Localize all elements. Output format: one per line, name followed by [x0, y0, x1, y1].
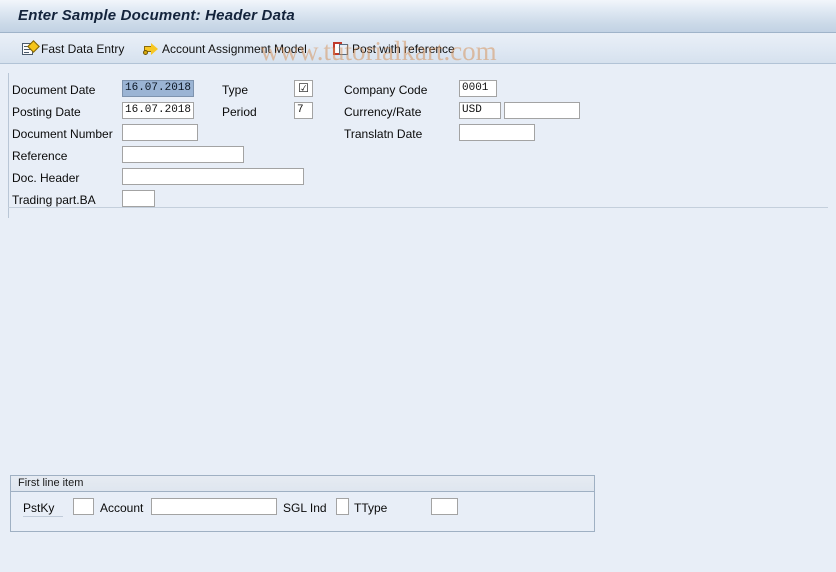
input-currency[interactable]: USD — [459, 102, 501, 119]
post-with-reference-label: Post with reference — [352, 41, 455, 56]
input-ttype[interactable] — [431, 498, 458, 515]
input-period[interactable]: 7 — [294, 102, 313, 119]
fast-data-entry-button[interactable]: Fast Data Entry — [18, 37, 128, 60]
label-doc-header: Doc. Header — [12, 171, 80, 185]
label-ttype: TType — [354, 501, 388, 515]
label-currency-rate: Currency/Rate — [344, 105, 422, 119]
form-left-divider — [8, 73, 9, 218]
input-type[interactable]: ☑ — [294, 80, 313, 97]
first-line-item-body: PstKy Account SGL Ind TType — [11, 493, 594, 531]
input-reference[interactable] — [122, 146, 244, 163]
label-translatn-date: Translatn Date — [344, 127, 423, 141]
input-account[interactable] — [151, 498, 277, 515]
label-document-date: Document Date — [12, 83, 96, 97]
fast-data-entry-label: Fast Data Entry — [41, 41, 125, 56]
input-document-date[interactable]: 16.07.2018 — [122, 80, 194, 97]
header-data-form: Document Date 16.07.2018 Type ☑ Company … — [0, 65, 836, 572]
input-sgl-ind[interactable] — [336, 498, 349, 515]
first-line-item-header: First line item — [11, 476, 594, 492]
input-posting-date[interactable]: 16.07.2018 — [122, 102, 194, 119]
label-posting-date: Posting Date — [12, 105, 81, 119]
label-period: Period — [222, 105, 257, 119]
input-pstky[interactable] — [73, 498, 94, 515]
form-bottom-divider — [8, 207, 828, 208]
first-line-item-group: First line item PstKy Account SGL Ind TT… — [10, 475, 595, 532]
sap-gui-window: Enter Sample Document: Header Data Fast … — [0, 0, 836, 572]
label-trading-part-ba: Trading part.BA — [12, 193, 96, 207]
first-line-item-title: First line item — [18, 477, 84, 489]
label-type: Type — [222, 83, 249, 97]
application-toolbar: Fast Data Entry Account Assignment Model… — [0, 34, 836, 64]
input-rate[interactable] — [504, 102, 580, 119]
title-bar: Enter Sample Document: Header Data — [0, 0, 836, 33]
fast-data-entry-icon — [22, 39, 40, 57]
input-doc-header[interactable] — [122, 168, 304, 185]
input-company-code[interactable]: 0001 — [459, 80, 497, 97]
account-assignment-model-label: Account Assignment Model — [162, 41, 307, 56]
pstky-underline — [23, 516, 63, 517]
account-assignment-model-icon — [143, 41, 160, 57]
input-trading-part-ba[interactable] — [122, 190, 155, 207]
label-account: Account — [100, 501, 144, 515]
label-pstky: PstKy — [23, 501, 55, 515]
input-document-number[interactable] — [122, 124, 198, 141]
label-sgl-ind: SGL Ind — [283, 501, 327, 515]
page-title: Enter Sample Document: Header Data — [18, 7, 295, 24]
input-translatn-date[interactable] — [459, 124, 535, 141]
label-company-code: Company Code — [344, 83, 428, 97]
post-with-reference-button[interactable]: Post with reference — [329, 37, 459, 60]
label-reference: Reference — [12, 149, 68, 163]
post-with-reference-icon — [333, 41, 350, 57]
account-assignment-model-button[interactable]: Account Assignment Model — [139, 37, 311, 60]
label-document-number: Document Number — [12, 127, 113, 141]
